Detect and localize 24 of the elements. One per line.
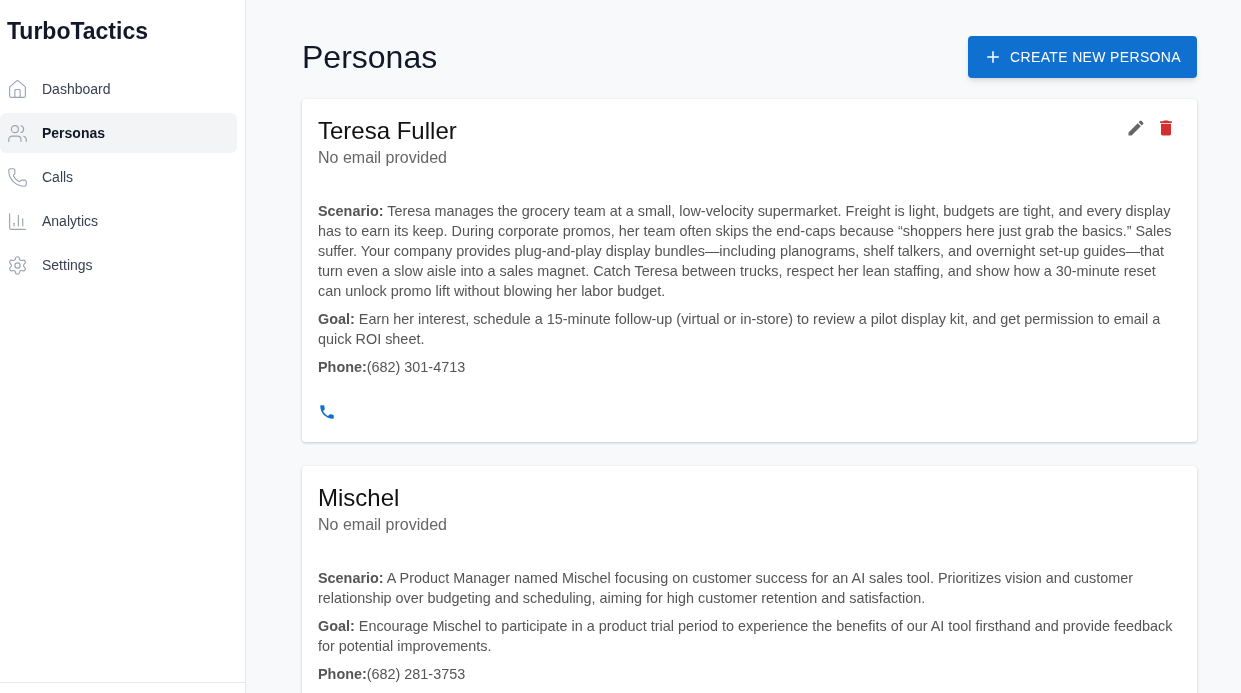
app-title: TurboTactics	[6, 17, 149, 46]
home-icon	[7, 78, 28, 100]
persona-email: No email provided	[318, 515, 447, 535]
call-button[interactable]	[318, 403, 336, 421]
goal-text: Goal: Encourage Mischel to participate in a product trial period to experience the benefits of our AI tool firsthand and provide feedback for potential improvements.	[318, 617, 1174, 656]
page-title: Personas	[302, 38, 438, 77]
persona-email: No email provided	[318, 148, 448, 168]
goal-text: Goal: Earn her interest, schedule a 15-minute follow-up (virtual or in-store) to review a pilot display kit, and get permission to email a quick ROI sheet.	[318, 310, 1162, 349]
sidebar-item[interactable]: Calls	[0, 157, 237, 197]
phone-icon	[7, 166, 28, 188]
create-persona-button[interactable]: CREATE NEW PERSONA	[968, 36, 1197, 78]
sidebar-item[interactable]: Settings	[0, 245, 237, 285]
sidebar-item[interactable]: Dashboard	[0, 69, 237, 109]
phone-text: Phone:(682) 281-3753	[318, 665, 467, 684]
scenario-text: Scenario: A Product Manager named Mischel focusing on customer success for an AI sales tool. Prioritizes vision and customer relationship over budgeting and scheduling, aiming for high customer retention and satisfaction.	[318, 569, 1135, 608]
persona-name: Teresa Fuller	[318, 116, 457, 146]
scenario-text: Scenario: Teresa manages the grocery team at a small, low-velocity supermarket. Freight is light, budgets are tight, and every display has to earn its keep. During corporate promos, her team often skips the end-caps because “shoppers here just grab the basics.” Sales suffer. Your company provides plug-and-play display bundles—including planograms, shelf talkers, and overnight set-up guides—that turn even a slow aisle into a sales magnet. Catch Teresa between trucks, respect her lean staffing, and show how a 30-minute reset can unlock promo lift without blowing her labor budget.	[318, 202, 1173, 301]
bar-chart-icon	[7, 210, 28, 232]
sidebar-item[interactable]: Personas	[0, 113, 237, 153]
settings-icon	[7, 254, 28, 276]
persona-name: Mischel	[318, 483, 401, 513]
sidebar-item[interactable]: Analytics	[0, 201, 237, 241]
phone-text: Phone:(682) 301-4713	[318, 358, 467, 377]
users-icon	[7, 122, 28, 144]
